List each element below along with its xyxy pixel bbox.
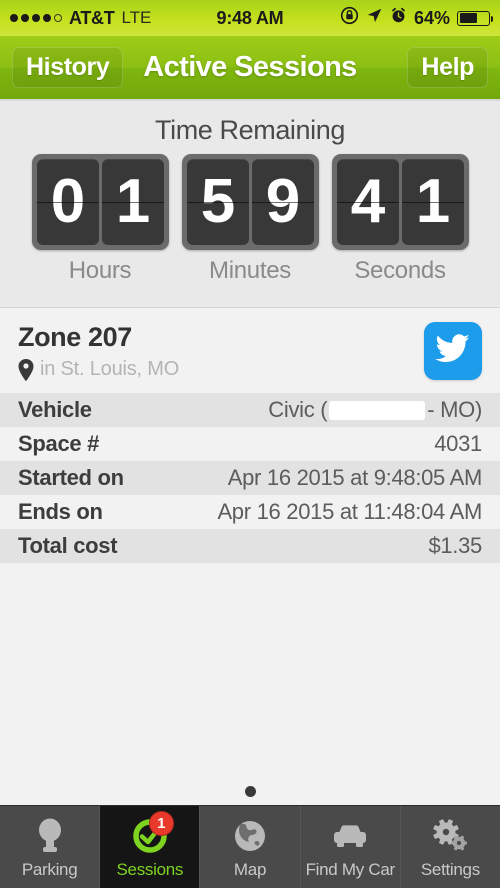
app-screen: AT&T LTE 9:48 AM 64% History Active Sess… [0,0,500,888]
navigation-bar: History Active Sessions Help [0,36,500,101]
row-value: Apr 16 2015 at 11:48:04 AM [217,499,482,524]
countdown-clock: 0 1 Hours 5 9 Minutes 4 1 Seconds [31,154,469,285]
table-row: Vehicle Civic ( - MO) [0,393,500,427]
page-indicator[interactable] [0,786,500,797]
zone-header: Zone 207 in St. Louis, MO [0,308,500,391]
globe-icon [228,815,272,857]
car-icon [328,815,372,857]
row-label: Vehicle [18,397,92,422]
row-label: Total cost [18,533,118,558]
map-pin-icon [18,358,34,381]
row-label: Started on [18,465,124,490]
time-remaining-label: Time Remaining [155,115,345,145]
session-details: Zone 207 in St. Louis, MO Vehicle Civic … [0,308,500,805]
minutes-digit: 5 [186,159,249,245]
zone-city: in St. Louis, MO [40,358,180,380]
tab-bar: Parking 1 Sessions Map Find My Car Setti… [0,805,500,888]
row-value: Civic ( - MO) [268,397,482,423]
table-row: Total cost $1.35 [0,529,500,563]
seconds-label: Seconds [354,257,446,284]
tab-settings[interactable]: Settings [401,806,500,888]
row-value: 4031 [434,431,482,456]
table-row: Ends on Apr 16 2015 at 11:48:04 AM [0,495,500,529]
tab-parking[interactable]: Parking [0,806,101,888]
minutes-label: Minutes [209,257,291,284]
location-arrow-icon [366,7,383,29]
tab-label: Parking [21,859,78,879]
tab-sessions[interactable]: 1 Sessions [100,806,201,888]
zone-info: Zone 207 in St. Louis, MO [18,322,424,381]
redacted-plate [329,400,426,420]
row-label: Ends on [18,499,103,524]
badge-count: 1 [148,810,174,836]
vehicle-state: - MO) [427,397,482,422]
zone-location-row: in St. Louis, MO [18,358,424,381]
check-circle-icon: 1 [128,810,174,857]
hours-label: Hours [68,257,132,284]
detail-rows: Vehicle Civic ( - MO) Space # 4031 Start… [0,393,500,563]
twitter-icon [435,333,471,369]
tab-map[interactable]: Map [200,806,301,888]
row-value: $1.35 [428,533,482,558]
tab-find-my-car[interactable]: Find My Car [301,806,401,888]
seconds-digit: 1 [401,159,464,245]
hours-digit: 1 [101,159,164,245]
vehicle-model: Civic ( [268,397,328,422]
countdown-hours: 0 1 Hours [31,154,169,285]
row-label: Space # [18,431,100,456]
battery-icon [457,10,493,26]
parking-meter-icon [28,815,72,857]
page-dot [244,786,256,797]
alarm-clock-icon [390,7,407,29]
history-button[interactable]: History [12,47,124,88]
zone-name: Zone 207 [18,322,132,352]
time-remaining-panel: Time Remaining 0 1 Hours 5 9 Minutes 4 1… [0,101,500,308]
battery-percent: 64% [413,7,450,28]
hours-digit: 0 [36,159,99,245]
tab-label: Sessions [116,859,184,879]
help-button[interactable]: Help [407,47,488,88]
status-bar-right: 64% [340,6,493,30]
countdown-seconds: 4 1 Seconds [331,154,469,285]
minutes-digit: 9 [251,159,314,245]
tab-label: Find My Car [305,859,396,879]
gears-icon [428,815,472,857]
seconds-digit: 4 [336,159,399,245]
status-bar: AT&T LTE 9:48 AM 64% [0,0,500,36]
countdown-minutes: 5 9 Minutes [181,154,319,285]
twitter-share-button[interactable] [424,322,482,380]
rotation-lock-icon [340,6,359,30]
tab-label: Map [233,859,267,879]
table-row: Space # 4031 [0,427,500,461]
tab-label: Settings [420,859,480,879]
row-value: Apr 16 2015 at 9:48:05 AM [227,465,483,490]
table-row: Started on Apr 16 2015 at 9:48:05 AM [0,461,500,495]
